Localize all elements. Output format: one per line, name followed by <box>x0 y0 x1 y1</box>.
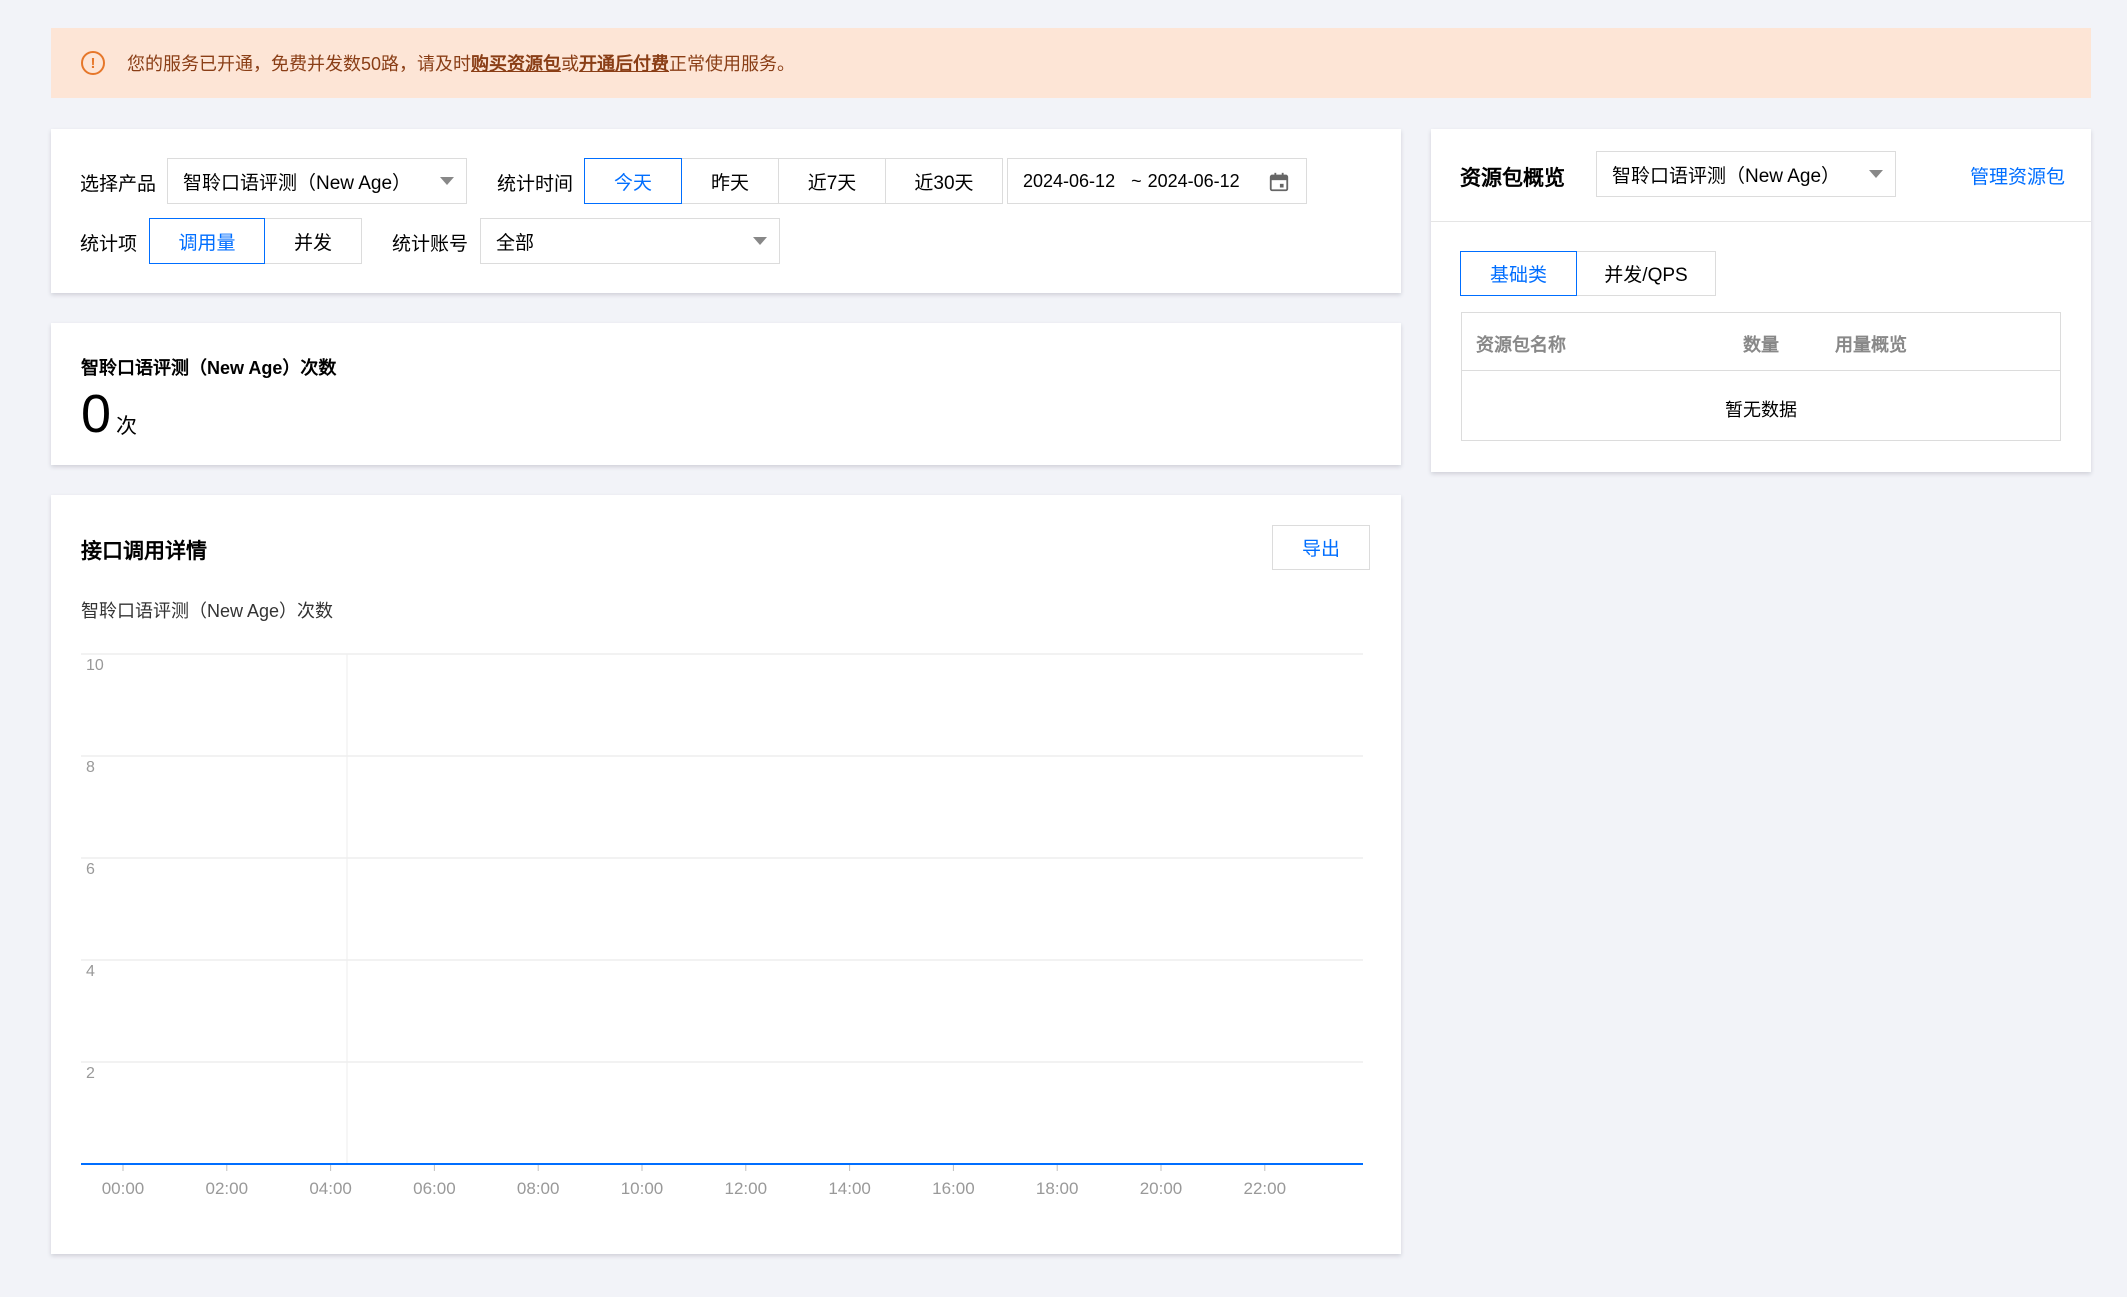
time-option-7days[interactable]: 近7天 <box>778 158 886 204</box>
buy-resource-pack-link[interactable]: 购买资源包 <box>471 50 561 76</box>
chevron-down-icon <box>440 177 454 185</box>
y-tick-label: 2 <box>86 1065 95 1082</box>
summary-title: 智聆口语评测（New Age）次数 <box>81 358 337 378</box>
warning-circle-icon: ! <box>81 51 105 75</box>
y-tick-label: 8 <box>86 759 95 776</box>
x-tick-label: 02:00 <box>206 1179 249 1198</box>
card-divider <box>1431 221 2091 222</box>
date-separator: ~ <box>1131 170 1142 191</box>
resource-product-select[interactable]: 智聆口语评测（New Age） <box>1596 151 1896 197</box>
resource-product-value: 智聆口语评测（New Age） <box>1612 165 1841 187</box>
stat-item-label: 统计项 <box>80 234 138 255</box>
x-tick-label: 06:00 <box>413 1179 456 1198</box>
product-label: 选择产品 <box>80 174 157 195</box>
resource-overview-card: 资源包概览 智聆口语评测（New Age） 管理资源包 基础类 并发/QPS 资… <box>1431 129 2091 472</box>
x-tick-label: 22:00 <box>1244 1179 1287 1198</box>
x-tick-label: 20:00 <box>1140 1179 1183 1198</box>
x-tick-label: 18:00 <box>1036 1179 1079 1198</box>
x-tick-label: 00:00 <box>102 1179 145 1198</box>
filter-card: 选择产品 智聆口语评测（New Age） 统计时间 今天 昨天 近7天 近30天… <box>51 129 1401 293</box>
summary-unit: 次 <box>116 415 137 438</box>
resource-tabs: 基础类 并发/QPS <box>1460 251 1716 296</box>
account-select[interactable]: 全部 <box>480 218 780 264</box>
tab-concurrency-qps[interactable]: 并发/QPS <box>1576 251 1716 296</box>
account-label: 统计账号 <box>392 234 469 255</box>
time-range-segment: 今天 昨天 近7天 近30天 <box>584 158 1003 204</box>
date-start: 2024-06-12 <box>1023 170 1116 191</box>
stat-option-calls[interactable]: 调用量 <box>149 218 265 264</box>
y-tick-label: 6 <box>86 861 95 878</box>
col-usage-header: 用量概览 <box>1835 335 1907 355</box>
summary-card: 智聆口语评测（New Age）次数 0 次 <box>51 323 1401 465</box>
time-option-today[interactable]: 今天 <box>584 158 682 204</box>
summary-count: 0 <box>81 384 112 444</box>
stat-item-segment: 调用量 并发 <box>149 218 362 264</box>
col-name-header: 资源包名称 <box>1476 335 1566 355</box>
resource-table: 资源包名称 数量 用量概览 暂无数据 <box>1461 312 2061 441</box>
x-tick-label: 10:00 <box>621 1179 664 1198</box>
product-select[interactable]: 智聆口语评测（New Age） <box>167 158 467 204</box>
call-detail-card: 接口调用详情 导出 智聆口语评测（New Age）次数 2 4 6 8 10 00:00 0… <box>51 495 1401 1254</box>
resource-title: 资源包概览 <box>1460 167 1565 190</box>
enable-postpay-link[interactable]: 开通后付费 <box>579 50 669 76</box>
date-end: 2024-06-12 <box>1147 170 1240 191</box>
call-count-chart: 2 4 6 8 10 00:00 02:00 04:00 06:00 08:00 10:00 12:0… <box>81 653 1363 1198</box>
account-select-value: 全部 <box>496 232 535 254</box>
notice-text-before: 您的服务已开通，免费并发数50路，请及时 <box>127 54 472 74</box>
time-label: 统计时间 <box>497 174 574 195</box>
x-tick-label: 04:00 <box>309 1179 352 1198</box>
col-quantity-header: 数量 <box>1743 335 1779 355</box>
notice-text-after: 正常使用服务。 <box>669 54 796 74</box>
x-tick-label: 12:00 <box>725 1179 768 1198</box>
x-tick-label: 08:00 <box>517 1179 560 1198</box>
time-option-30days[interactable]: 近30天 <box>885 158 1003 204</box>
y-tick-label: 4 <box>86 963 95 980</box>
manage-resource-link[interactable]: 管理资源包 <box>1970 162 2065 189</box>
time-option-yesterday[interactable]: 昨天 <box>681 158 779 204</box>
x-tick-label: 14:00 <box>828 1179 871 1198</box>
date-range-picker[interactable]: 2024-06-12 ~ 2024-06-12 <box>1007 158 1307 204</box>
notice-text-or: 或 <box>561 54 580 74</box>
table-header: 资源包名称 数量 用量概览 <box>1462 313 2060 371</box>
stat-option-concurrency[interactable]: 并发 <box>264 218 362 264</box>
calendar-icon <box>1269 172 1289 192</box>
tab-basic[interactable]: 基础类 <box>1460 251 1577 296</box>
chevron-down-icon <box>1869 170 1883 178</box>
product-select-value: 智聆口语评测（New Age） <box>183 172 412 194</box>
empty-text: 暂无数据 <box>1725 400 1797 420</box>
x-tick-label: 16:00 <box>932 1179 975 1198</box>
chevron-down-icon <box>753 237 767 245</box>
y-tick-label: 10 <box>86 657 104 674</box>
service-notice-bar: ! 您的服务已开通，免费并发数50路，请及时 购买资源包 或 开通后付费 正常使… <box>51 28 2091 98</box>
